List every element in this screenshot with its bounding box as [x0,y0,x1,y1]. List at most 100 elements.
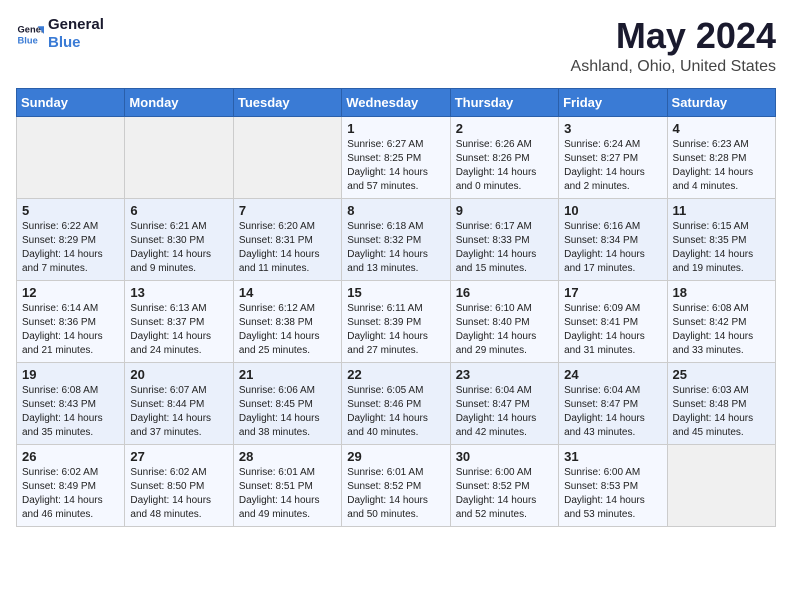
day-number: 22 [347,367,444,382]
calendar-cell: 25 Sunrise: 6:03 AMSunset: 8:48 PMDayligh… [667,362,775,444]
cell-info: Sunrise: 6:15 AMSunset: 8:35 PMDaylight:… [673,220,770,276]
day-number: 15 [347,285,444,300]
cell-info: Sunrise: 6:08 AMSunset: 8:43 PMDaylight:… [22,384,119,440]
calendar-cell [17,116,125,198]
calendar-cell: 26Sunrise: 6:02 AMSunset: 8:49 PMDayligh… [17,444,125,526]
calendar-header-row: SundayMondayTuesdayWednesdayThursdayFrid… [17,88,776,116]
cell-info: Sunrise: 6:18 AMSunset: 8:32 PMDaylight:… [347,220,444,276]
day-number: 21 [239,367,336,382]
cell-info: Sunrise: 6:04 AMSunset: 8:47 PMDaylight:… [564,384,661,440]
day-number: 13 [130,285,227,300]
header-thursday: Thursday [450,88,558,116]
calendar-cell: 22 Sunrise: 6:05 AMSunset: 8:46 PMDayligh… [342,362,450,444]
day-number: 25 [673,367,770,382]
cell-info: Sunrise: 6:00 AMSunset: 8:52 PMDaylight:… [456,466,553,522]
cell-info: Sunrise: 6:03 AMSunset: 8:48 PMDaylight:… [673,384,770,440]
calendar-cell: 13 Sunrise: 6:13 AMSunset: 8:37 PMDayligh… [125,280,233,362]
calendar-cell: 8 Sunrise: 6:18 AMSunset: 8:32 PMDaylight… [342,198,450,280]
cell-info: Sunrise: 6:14 AMSunset: 8:36 PMDaylight:… [22,302,119,358]
day-number: 17 [564,285,661,300]
cell-info: Sunrise: 6:06 AMSunset: 8:45 PMDaylight:… [239,384,336,440]
cell-info: Sunrise: 6:05 AMSunset: 8:46 PMDaylight:… [347,384,444,440]
cell-info: Sunrise: 6:26 AMSunset: 8:26 PMDaylight:… [456,138,553,194]
svg-text:General: General [18,24,44,34]
day-number: 5 [22,203,119,218]
logo-general: General [48,16,104,34]
cell-info: Sunrise: 6:20 AMSunset: 8:31 PMDaylight:… [239,220,336,276]
header-saturday: Saturday [667,88,775,116]
cell-info: Sunrise: 6:10 AMSunset: 8:40 PMDaylight:… [456,302,553,358]
month-title: May 2024 [571,16,776,56]
calendar-cell [125,116,233,198]
cell-info: Sunrise: 6:17 AMSunset: 8:33 PMDaylight:… [456,220,553,276]
calendar-cell: 17 Sunrise: 6:09 AMSunset: 8:41 PMDayligh… [559,280,667,362]
day-number: 11 [673,203,770,218]
cell-info: Sunrise: 6:24 AMSunset: 8:27 PMDaylight:… [564,138,661,194]
calendar-cell: 16 Sunrise: 6:10 AMSunset: 8:40 PMDayligh… [450,280,558,362]
day-number: 18 [673,285,770,300]
calendar-cell: 10 Sunrise: 6:16 AMSunset: 8:34 PMDayligh… [559,198,667,280]
cell-info: Sunrise: 6:09 AMSunset: 8:41 PMDaylight:… [564,302,661,358]
cell-info: Sunrise: 6:07 AMSunset: 8:44 PMDaylight:… [130,384,227,440]
calendar-cell [667,444,775,526]
day-number: 2 [456,121,553,136]
day-number: 10 [564,203,661,218]
day-number: 31 [564,449,661,464]
calendar-week-2: 5 Sunrise: 6:22 AMSunset: 8:29 PMDaylight… [17,198,776,280]
cell-info: Sunrise: 6:02 AMSunset: 8:49 PMDaylight:… [22,466,119,522]
calendar-cell: 11 Sunrise: 6:15 AMSunset: 8:35 PMDayligh… [667,198,775,280]
day-number: 12 [22,285,119,300]
cell-info: Sunrise: 6:16 AMSunset: 8:34 PMDaylight:… [564,220,661,276]
day-number: 28 [239,449,336,464]
calendar-cell: 6 Sunrise: 6:21 AMSunset: 8:30 PMDaylight… [125,198,233,280]
cell-info: Sunrise: 6:12 AMSunset: 8:38 PMDaylight:… [239,302,336,358]
header-wednesday: Wednesday [342,88,450,116]
calendar-cell: 15 Sunrise: 6:11 AMSunset: 8:39 PMDayligh… [342,280,450,362]
calendar-cell: 28 Sunrise: 6:01 AMSunset: 8:51 PMDayligh… [233,444,341,526]
cell-info: Sunrise: 6:01 AMSunset: 8:51 PMDaylight:… [239,466,336,522]
calendar-cell: 1 Sunrise: 6:27 AMSunset: 8:25 PMDaylight… [342,116,450,198]
cell-info: Sunrise: 6:08 AMSunset: 8:42 PMDaylight:… [673,302,770,358]
calendar-cell: 5 Sunrise: 6:22 AMSunset: 8:29 PMDaylight… [17,198,125,280]
calendar-cell: 23Sunrise: 6:04 AMSunset: 8:47 PMDayligh… [450,362,558,444]
day-number: 6 [130,203,227,218]
day-number: 8 [347,203,444,218]
logo: General Blue General Blue [16,16,104,52]
location-title: Ashland, Ohio, United States [571,58,776,76]
calendar-cell: 30 Sunrise: 6:00 AMSunset: 8:52 PMDayligh… [450,444,558,526]
day-number: 14 [239,285,336,300]
cell-info: Sunrise: 6:23 AMSunset: 8:28 PMDaylight:… [673,138,770,194]
calendar-cell: 31 Sunrise: 6:00 AMSunset: 8:53 PMDayligh… [559,444,667,526]
cell-info: Sunrise: 6:02 AMSunset: 8:50 PMDaylight:… [130,466,227,522]
calendar-cell [233,116,341,198]
calendar-cell: 20 Sunrise: 6:07 AMSunset: 8:44 PMDayligh… [125,362,233,444]
cell-info: Sunrise: 6:21 AMSunset: 8:30 PMDaylight:… [130,220,227,276]
calendar-cell: 4 Sunrise: 6:23 AMSunset: 8:28 PMDaylight… [667,116,775,198]
cell-info: Sunrise: 6:27 AMSunset: 8:25 PMDaylight:… [347,138,444,194]
calendar-week-5: 26Sunrise: 6:02 AMSunset: 8:49 PMDayligh… [17,444,776,526]
day-number: 30 [456,449,553,464]
cell-info: Sunrise: 6:01 AMSunset: 8:52 PMDaylight:… [347,466,444,522]
day-number: 4 [673,121,770,136]
day-number: 1 [347,121,444,136]
header-monday: Monday [125,88,233,116]
calendar-cell: 14 Sunrise: 6:12 AMSunset: 8:38 PMDayligh… [233,280,341,362]
logo-blue: Blue [48,34,104,52]
calendar-cell: 24Sunrise: 6:04 AMSunset: 8:47 PMDayligh… [559,362,667,444]
header-sunday: Sunday [17,88,125,116]
cell-info: Sunrise: 6:00 AMSunset: 8:53 PMDaylight:… [564,466,661,522]
day-number: 27 [130,449,227,464]
cell-info: Sunrise: 6:22 AMSunset: 8:29 PMDaylight:… [22,220,119,276]
cell-info: Sunrise: 6:11 AMSunset: 8:39 PMDaylight:… [347,302,444,358]
day-number: 9 [456,203,553,218]
calendar-cell: 9 Sunrise: 6:17 AMSunset: 8:33 PMDaylight… [450,198,558,280]
day-number: 16 [456,285,553,300]
calendar-table: SundayMondayTuesdayWednesdayThursdayFrid… [16,88,776,527]
svg-text:Blue: Blue [18,35,38,45]
header-friday: Friday [559,88,667,116]
day-number: 23 [456,367,553,382]
cell-info: Sunrise: 6:13 AMSunset: 8:37 PMDaylight:… [130,302,227,358]
day-number: 20 [130,367,227,382]
calendar-cell: 27 Sunrise: 6:02 AMSunset: 8:50 PMDayligh… [125,444,233,526]
calendar-cell: 7Sunrise: 6:20 AMSunset: 8:31 PMDaylight… [233,198,341,280]
